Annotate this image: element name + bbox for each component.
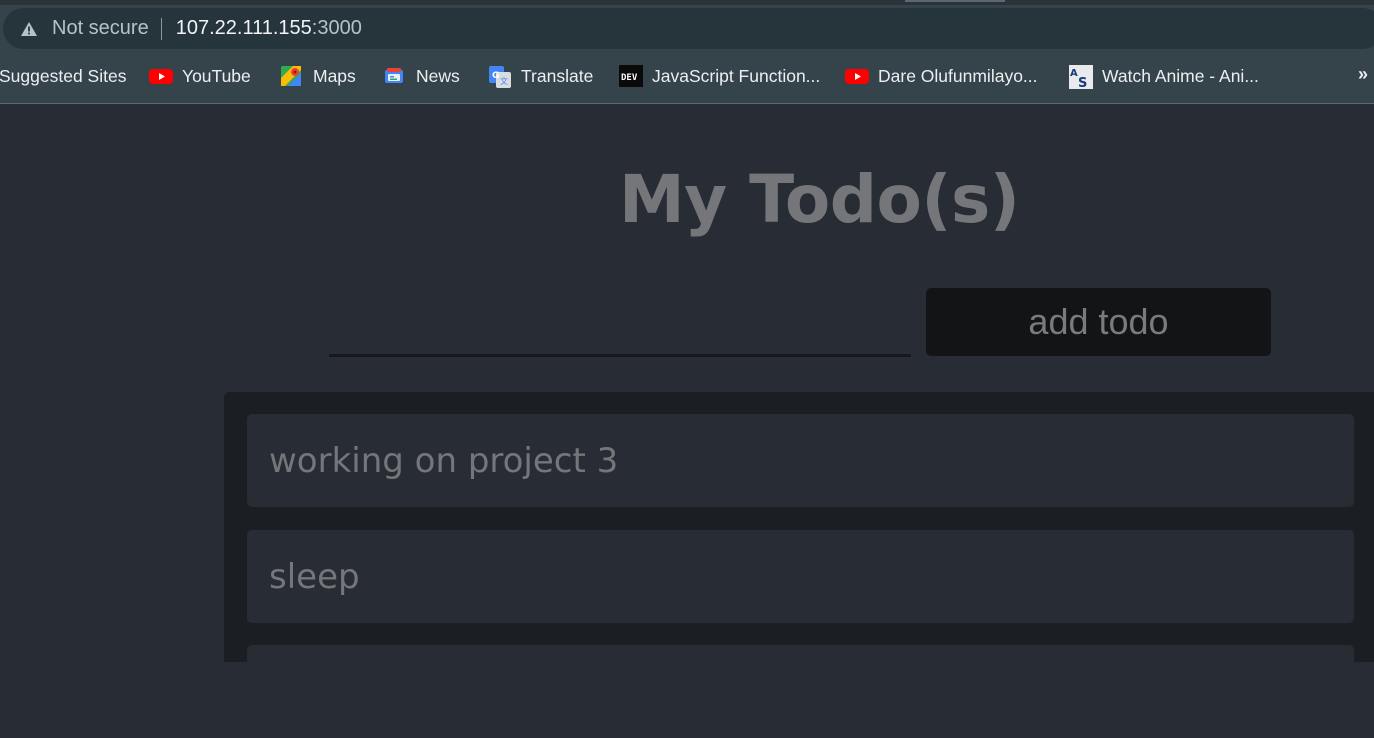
omnibox-divider	[160, 17, 162, 40]
url-port[interactable]: :3000	[312, 17, 362, 40]
bookmark-label: Suggested Sites	[0, 65, 127, 86]
bookmark-watch-anime[interactable]: A S Watch Anime - Ani...	[1069, 56, 1259, 96]
svg-text:S: S	[1078, 76, 1087, 89]
todo-item-partial[interactable]	[247, 645, 1354, 738]
todo-text: sleep	[269, 556, 360, 597]
todo-item[interactable]: sleep	[247, 530, 1354, 623]
svg-text:DEV: DEV	[621, 73, 638, 83]
tab-highlight	[905, 0, 1005, 2]
todo-text: working on project 3	[269, 440, 619, 481]
bookmark-dare-olufunmilayo[interactable]: Dare Olufunmilayo...	[845, 56, 1038, 96]
bookmark-label: Translate	[521, 65, 594, 86]
bookmarks-bar: Suggested Sites YouTube Maps News G 文 Tr…	[0, 56, 1374, 104]
dev-icon: DEV	[619, 65, 643, 87]
maps-icon	[280, 65, 302, 87]
svg-text:文: 文	[500, 76, 508, 86]
svg-text:G: G	[492, 71, 499, 81]
bookmark-suggested-sites[interactable]: Suggested Sites	[0, 56, 126, 96]
bookmark-news[interactable]: News	[383, 56, 460, 96]
bookmark-maps[interactable]: Maps	[280, 56, 356, 96]
bookmark-label: Watch Anime - Ani...	[1102, 65, 1259, 86]
address-bar[interactable]: Not secure 107.22.111.155:3000	[3, 8, 1374, 49]
anime-site-icon: A S	[1069, 65, 1093, 91]
add-todo-button[interactable]: add todo	[926, 288, 1271, 356]
bookmark-label: JavaScript Function...	[652, 65, 821, 86]
browser-toolbar: Not secure 107.22.111.155:3000	[0, 0, 1374, 56]
todo-input[interactable]	[329, 291, 911, 357]
page-title: My Todo(s)	[619, 161, 1020, 238]
translate-icon: G 文	[488, 65, 511, 88]
bookmark-label: Dare Olufunmilayo...	[878, 65, 1038, 86]
news-icon	[383, 65, 405, 87]
bookmark-label: Maps	[313, 65, 356, 86]
bookmark-youtube[interactable]: YouTube	[149, 56, 251, 96]
warning-icon[interactable]	[20, 20, 38, 38]
bookmark-translate[interactable]: G 文 Translate	[488, 56, 593, 96]
youtube-icon	[845, 65, 869, 87]
svg-text:A: A	[1070, 68, 1078, 79]
bookmarks-overflow-chevron-icon[interactable]: »	[1358, 64, 1368, 85]
bookmark-label: News	[416, 65, 460, 86]
tab-strip	[0, 0, 1374, 5]
todo-item[interactable]: working on project 3	[247, 414, 1354, 507]
youtube-icon	[149, 65, 173, 87]
bookmark-javascript-function[interactable]: DEV JavaScript Function...	[619, 56, 820, 96]
bookmark-label: YouTube	[182, 65, 251, 86]
app-page: My Todo(s) add todo working on project 3…	[0, 105, 1374, 738]
security-status[interactable]: Not secure	[52, 17, 149, 40]
todo-list: working on project 3 sleep	[224, 392, 1374, 738]
url-host[interactable]: 107.22.111.155	[176, 17, 312, 40]
